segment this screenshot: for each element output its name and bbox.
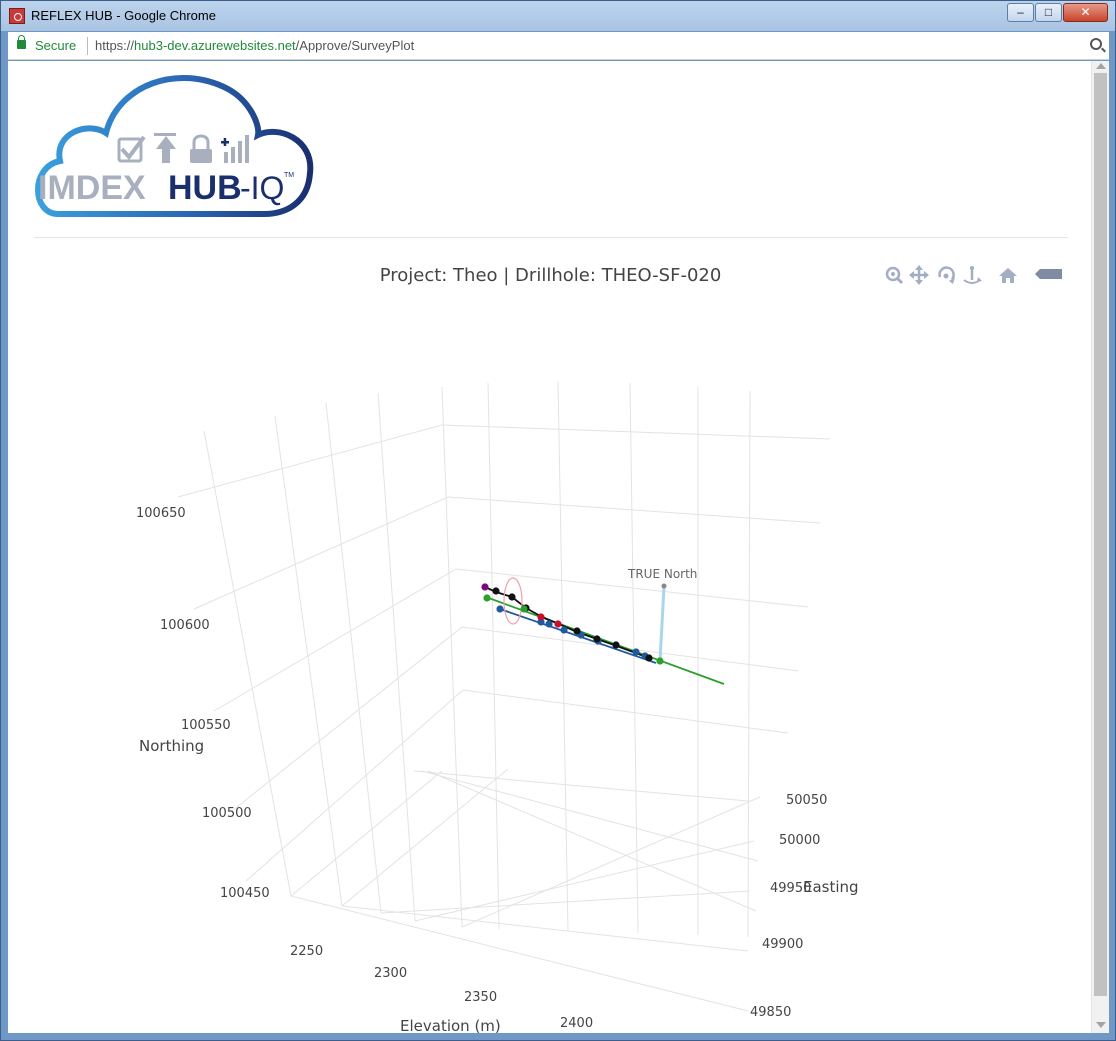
scroll-up-arrow[interactable] [1096, 63, 1106, 69]
imdex-hub-iq-logo: IMDEX HUB -IQ TM [35, 74, 314, 217]
page-viewport: IMDEX HUB -IQ TM Project: Theo | Drillho… [8, 61, 1109, 1033]
collar-point [481, 583, 489, 591]
header-divider [34, 237, 1068, 238]
maximize-button[interactable]: □ [1035, 3, 1062, 22]
scroll-thumb[interactable] [1094, 73, 1107, 996]
grid-line-floor [341, 905, 749, 952]
plotly-logo-icon[interactable] [1035, 269, 1062, 279]
url-host: hub3-dev.azurewebsites.net [134, 38, 296, 53]
grid-line-vertical [325, 402, 382, 914]
grid-line-horizontal [177, 424, 831, 498]
survey-point-black [645, 654, 653, 662]
northing-axis-title: Northing [139, 737, 204, 755]
browser-window: REFLEX HUB - Google Chrome – □ ✕ Secure … [0, 0, 1116, 1041]
northing-tick-label: 100650 [136, 506, 186, 521]
logo-imdex-text: IMDEX [38, 169, 146, 207]
grid-line-vertical [487, 382, 500, 930]
northing-tick-label: 100500 [202, 806, 252, 821]
survey-point-blue [560, 626, 568, 634]
logo-hub-text: HUB [168, 169, 242, 207]
grid-line-floor [341, 768, 509, 907]
url-text[interactable]: https://hub3-dev.azurewebsites.net/Appro… [95, 38, 414, 53]
plot-grid [177, 380, 831, 1012]
turntable-rotation-icon[interactable] [963, 266, 982, 284]
address-separator [87, 37, 88, 55]
close-button[interactable]: ✕ [1063, 3, 1108, 22]
logo-trademark: TM [284, 172, 294, 179]
app-icon [9, 8, 25, 24]
elevation-tick-label: 2300 [374, 966, 407, 981]
url-scheme: https:// [95, 38, 135, 53]
northing-tick-label: 100600 [160, 618, 210, 633]
grid-line-floor [290, 770, 443, 897]
grid-line-floor [427, 770, 757, 912]
uncertainty-ellipse [503, 577, 523, 625]
reset-camera-icon[interactable] [999, 268, 1017, 283]
grid-line-floor [414, 840, 755, 922]
survey-point-red [537, 613, 545, 621]
true-north-label: TRUE North [627, 567, 697, 581]
survey-point-black [508, 593, 516, 601]
zoom-icon[interactable] [885, 266, 904, 285]
logo-iq-text: -IQ [240, 170, 284, 206]
secure-label[interactable]: Secure [35, 38, 76, 53]
northing-tick-label: 100550 [181, 718, 231, 733]
survey-point-blue [545, 620, 553, 628]
elevation-tick-label: 2400 [560, 1016, 593, 1031]
pan-icon[interactable] [909, 265, 929, 285]
orbit-rotation-icon[interactable] [938, 266, 955, 284]
elevation-tick-label: 2250 [290, 944, 323, 959]
plot-modebar [885, 265, 1062, 285]
address-bar[interactable]: Secure https://hub3-dev.azurewebsites.ne… [8, 32, 1109, 60]
survey-point-black [573, 627, 581, 635]
planned-point-green [656, 657, 664, 665]
window-title: REFLEX HUB - Google Chrome [31, 8, 216, 23]
plot-ticks: 100650 100600 100550 100500 100450 2250 2300 23… [136, 506, 827, 1031]
easting-tick-label: 49900 [762, 937, 803, 952]
grid-line-vertical [441, 386, 463, 928]
plot-title-text: Project: Theo | Drillhole: THEO-SF-020 [379, 265, 722, 286]
survey-point-black [593, 635, 601, 643]
logo-icon-row [117, 133, 249, 163]
title-bar: REFLEX HUB - Google Chrome – □ ✕ [1, 1, 1115, 31]
planned-point-green [520, 605, 528, 613]
grid-line-floor [461, 796, 761, 928]
survey-point-black [612, 641, 620, 649]
true-north-marker [661, 583, 667, 589]
url-path: /Approve/SurveyPlot [295, 38, 415, 53]
true-north-line [658, 586, 666, 662]
easting-axis-title: Easting [803, 878, 859, 896]
grid-line-horizontal [213, 568, 809, 712]
survey-point-blue [496, 605, 504, 613]
scroll-down-arrow[interactable] [1096, 1022, 1106, 1028]
easting-tick-label: 50050 [786, 793, 827, 808]
easting-tick-label: 49850 [750, 1005, 791, 1020]
survey-point-black [492, 587, 500, 595]
easting-tick-label: 50000 [779, 833, 820, 848]
grid-line-vertical [377, 392, 416, 922]
survey-3d-plot[interactable]: 100650 100600 100550 100500 100450 2250 2300 23… [8, 301, 1088, 1033]
grid-line-floor [290, 895, 749, 1012]
vertical-scrollbar[interactable] [1091, 61, 1109, 1033]
elevation-tick-label: 2350 [464, 990, 497, 1005]
grid-line-floor [380, 890, 751, 914]
grid-line-floor [421, 770, 759, 862]
lock-icon[interactable] [17, 35, 26, 49]
grid-line-vertical [203, 430, 292, 897]
minimize-button[interactable]: – [1007, 3, 1034, 22]
page-zoom-icon[interactable] [1090, 38, 1102, 50]
northing-tick-label: 100450 [220, 886, 270, 901]
grid-line-vertical [557, 380, 569, 932]
grid-line-vertical [274, 415, 343, 907]
survey-point-blue [632, 648, 640, 656]
survey-point-red [554, 620, 562, 628]
planned-point-green [483, 594, 491, 602]
elevation-axis-title: Elevation (m) [400, 1017, 501, 1033]
